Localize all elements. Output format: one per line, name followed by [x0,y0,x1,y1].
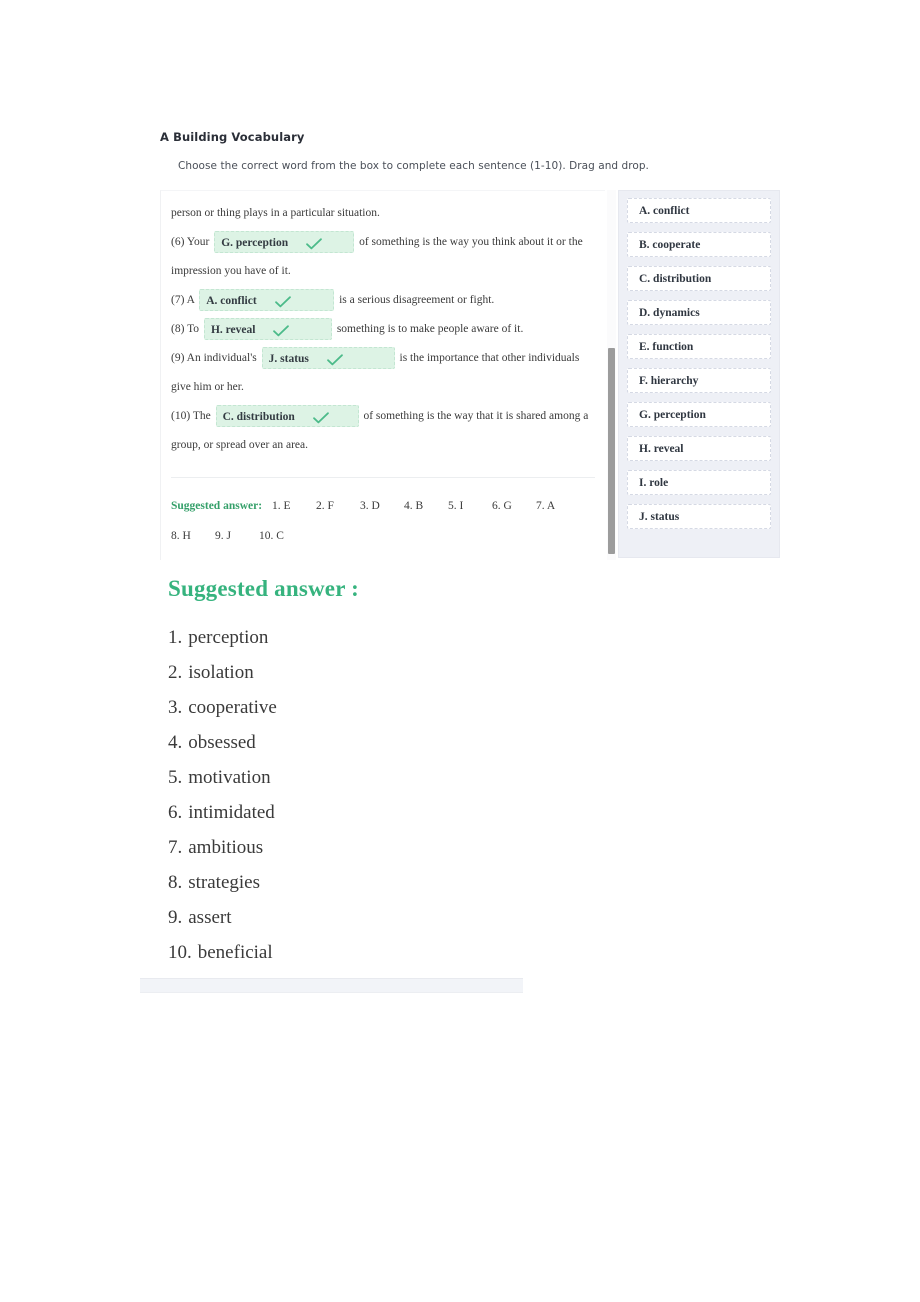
suggested-answer-inline: Suggested answer: 1. E 2. F 3. D 4. B 5. I 6. … [171,491,601,551]
word-bank-item[interactable]: F. hierarchy [627,368,771,393]
list-item: 6. intimidated [168,795,668,830]
word-bank-item[interactable]: H. reveal [627,436,771,461]
suggested-answer-item: 4. B [404,500,424,512]
sentence-flow: person or thing plays in a particular si… [171,199,601,460]
dropzone-6-word: G. perception [221,237,289,250]
question-9-prefix: (9) An individual's [171,352,257,364]
exercise-widget: person or thing plays in a particular si… [160,190,780,560]
check-icon [274,295,292,309]
exercise-instructions: Choose the correct word from the box to … [178,160,649,172]
word-bank-item[interactable]: I. role [627,470,771,495]
check-icon [305,237,323,251]
suggested-answer-section: Suggested answer : 1. perception 2. isolat… [168,576,668,970]
question-7-suffix: is a serious disagreement or fight. [339,294,495,306]
list-item: 2. isolation [168,655,668,690]
list-item-word: assert [188,907,232,928]
list-item: 9. assert [168,900,668,935]
suggested-answer-item: 7. A [536,500,556,512]
list-item-number: 8. [168,872,183,893]
list-item-number: 10. [168,942,192,963]
exercise-header: A Building Vocabulary Choose the correct… [160,130,780,172]
list-item: 1. perception [168,620,668,655]
list-item-number: 9. [168,907,183,928]
list-item-word: ambitious [188,837,264,858]
list-item-word: obsessed [188,732,256,753]
dropzone-6[interactable]: G. perception [214,231,355,254]
word-bank-item[interactable]: A. conflict [627,198,771,223]
list-item-word: motivation [188,767,271,788]
question-6-prefix: (6) Your [171,236,210,248]
suggested-answer-item: 9. J [215,530,231,542]
list-item: 7. ambitious [168,830,668,865]
list-item-number: 1. [168,627,183,648]
dropzone-9-word: J. status [268,353,309,366]
list-item-number: 2. [168,662,183,683]
word-bank-item[interactable]: J. status [627,504,771,529]
list-item: 10. beneficial [168,935,668,970]
word-bank-item[interactable]: E. function [627,334,771,359]
list-item-number: 6. [168,802,183,823]
lead-in-text: person or thing plays in a particular si… [171,207,380,219]
question-8-prefix: (8) To [171,323,200,335]
dropzone-10-word: C. distribution [222,411,295,424]
suggested-answer-item: 10. C [259,530,284,542]
list-item-word: beneficial [197,942,273,963]
suggested-answer-item: 3. D [360,500,380,512]
word-bank-item[interactable]: B. cooperate [627,232,771,257]
suggested-answer-item: 1. E [272,500,291,512]
question-10-prefix: (10) The [171,410,211,422]
list-item-word: cooperative [188,697,277,718]
suggested-answer-list: 1. perception 2. isolation 3. cooperative 4… [168,620,668,970]
word-bank-item[interactable]: C. distribution [627,266,771,291]
scrollbar-thumb[interactable] [608,348,615,554]
list-item-number: 7. [168,837,183,858]
suggested-answer-item: 8. H [171,530,191,542]
dropzone-7-word: A. conflict [206,295,257,308]
dropzone-10[interactable]: C. distribution [215,405,359,428]
list-item-number: 3. [168,697,183,718]
list-item-word: intimidated [188,802,275,823]
check-icon [326,353,344,367]
list-item: 3. cooperative [168,690,668,725]
word-bank-item[interactable]: G. perception [627,402,771,427]
divider [171,477,595,478]
list-item: 4. obsessed [168,725,668,760]
check-icon [312,411,330,425]
list-item-number: 5. [168,767,183,788]
suggested-answer-heading: Suggested answer : [168,576,360,601]
word-bank-panel: A. conflict B. cooperate C. distribution… [618,190,780,558]
footer-bar [140,978,523,993]
question-8-suffix: something is to make people aware of it. [336,323,524,335]
list-item-number: 4. [168,732,183,753]
scrollbar[interactable] [607,190,616,560]
list-item-word: isolation [188,662,254,683]
dropzone-7[interactable]: A. conflict [199,289,335,312]
dropzone-8-word: H. reveal [210,324,256,337]
suggested-answer-item: 6. G [492,500,512,512]
question-7-prefix: (7) A [171,294,195,306]
dropzone-8[interactable]: H. reveal [203,318,332,341]
word-bank-item[interactable]: D. dynamics [627,300,771,325]
suggested-answer-item: 2. F [316,500,334,512]
suggested-answer-item: 5. I [448,500,464,512]
list-item-word: strategies [188,872,261,893]
list-item: 8. strategies [168,865,668,900]
dropzone-9[interactable]: J. status [261,347,395,370]
list-item-word: perception [188,627,269,648]
suggested-answer-label: Suggested answer: [171,500,263,512]
check-icon [272,324,290,338]
list-item: 5. motivation [168,760,668,795]
page-title: A Building Vocabulary [160,130,305,144]
sentence-pane[interactable]: person or thing plays in a particular si… [160,190,605,560]
